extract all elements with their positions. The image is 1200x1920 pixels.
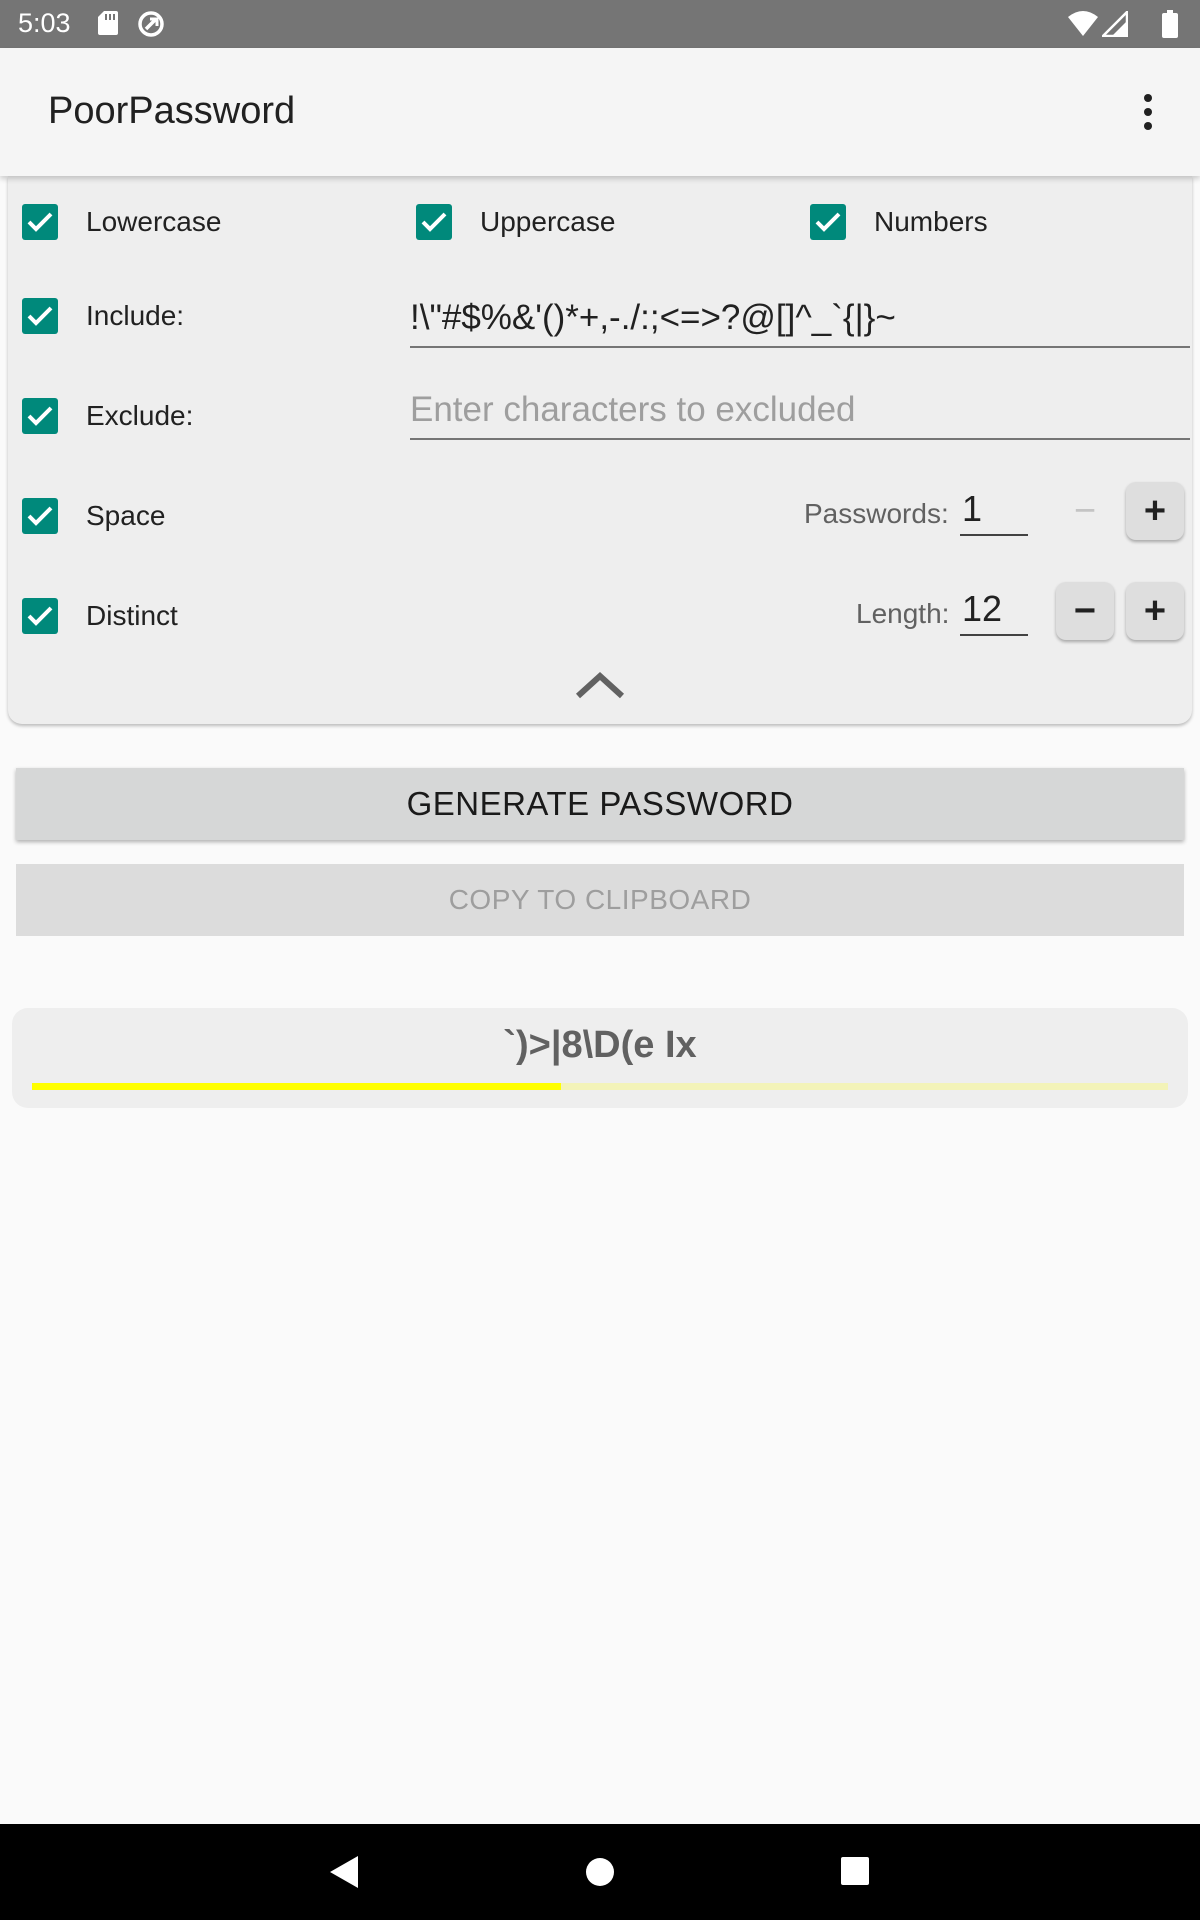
chevron-up-icon[interactable] <box>574 670 626 700</box>
passwords-count-input[interactable]: 1 <box>960 488 1028 536</box>
battery-icon <box>1162 10 1178 43</box>
exclude-input[interactable]: Enter characters to excluded <box>410 384 1190 440</box>
check-icon <box>22 498 58 534</box>
passwords-decrement-button[interactable]: − <box>1056 482 1114 540</box>
home-icon[interactable] <box>584 1848 616 1901</box>
lowercase-label: Lowercase <box>86 206 222 237</box>
uppercase-label: Uppercase <box>480 206 616 237</box>
navigation-bar <box>0 1824 1200 1920</box>
wifi-icon <box>1068 11 1098 42</box>
back-icon[interactable] <box>324 1848 364 1901</box>
sync-icon <box>137 10 165 43</box>
more-vert-icon[interactable] <box>1136 94 1160 134</box>
check-icon <box>22 298 58 334</box>
check-icon <box>810 204 846 240</box>
space-label: Space <box>86 500 166 531</box>
distinct-checkbox[interactable]: Distinct <box>22 598 178 634</box>
check-icon <box>22 398 58 434</box>
length-input[interactable]: 12 <box>960 588 1028 636</box>
exclude-label: Exclude: <box>86 400 194 431</box>
exclude-checkbox[interactable]: Exclude: <box>22 398 193 434</box>
sd-card-icon <box>97 10 119 41</box>
lowercase-checkbox[interactable]: Lowercase <box>22 204 221 240</box>
check-icon <box>416 204 452 240</box>
passwords-increment-button[interactable]: + <box>1126 482 1184 540</box>
length-increment-button[interactable]: + <box>1126 582 1184 640</box>
space-checkbox[interactable]: Space <box>22 498 165 534</box>
signal-icon <box>1099 8 1129 42</box>
password-result-card: `)>|8\D(e Ix <box>12 1008 1188 1108</box>
check-icon <box>22 598 58 634</box>
generate-password-button[interactable]: GENERATE PASSWORD <box>16 768 1184 840</box>
length-label: Length: <box>856 598 950 629</box>
length-decrement-button[interactable]: − <box>1056 582 1114 640</box>
options-panel: Lowercase Uppercase Numbers Include: !\"… <box>8 176 1192 724</box>
include-input[interactable]: !\"#$%&'()*+,-./:;<=>?@[]^_`{|}~ <box>410 292 1190 348</box>
generated-password[interactable]: `)>|8\D(e Ix <box>12 1024 1188 1067</box>
include-checkbox[interactable]: Include: <box>22 298 184 334</box>
numbers-checkbox[interactable]: Numbers <box>810 204 988 240</box>
numbers-label: Numbers <box>874 206 988 237</box>
include-label: Include: <box>86 300 185 331</box>
status-time: 5:03 <box>18 8 71 38</box>
copy-to-clipboard-button[interactable]: COPY TO CLIPBOARD <box>16 864 1184 936</box>
check-icon <box>22 204 58 240</box>
status-bar: 5:03 <box>0 0 1200 48</box>
strength-meter <box>32 1083 1168 1090</box>
passwords-label: Passwords: <box>804 498 949 529</box>
distinct-label: Distinct <box>86 600 178 631</box>
app-bar: PoorPassword <box>0 48 1200 176</box>
recents-icon[interactable] <box>838 1848 872 1901</box>
strength-meter-fill <box>32 1083 562 1090</box>
app-title: PoorPassword <box>48 90 296 132</box>
uppercase-checkbox[interactable]: Uppercase <box>416 204 615 240</box>
